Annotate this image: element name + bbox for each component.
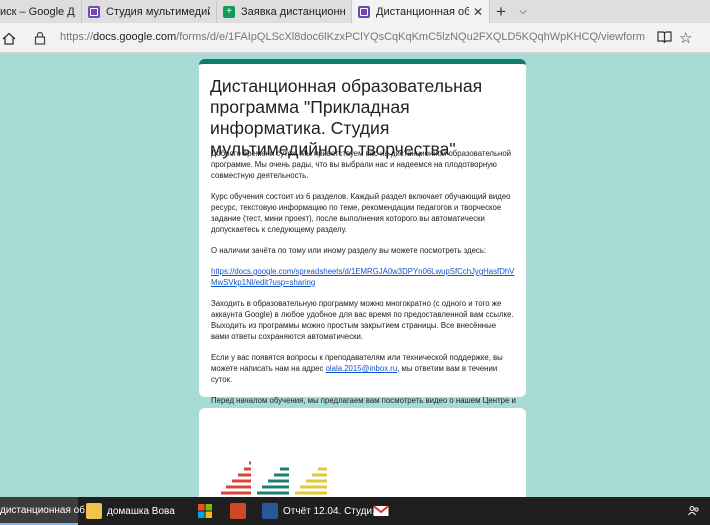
taskbar-item-label: Отчёт 12.04. Студи... — [283, 505, 381, 517]
tab-label: Дистанционная образо — [376, 5, 469, 18]
store-icon — [198, 504, 212, 518]
tab-studio[interactable]: Студия мультимедийного т — [82, 0, 217, 23]
taskbar-item-label: домашка Вова — [107, 505, 175, 517]
folder-icon — [86, 503, 102, 519]
form-header-card: Дистанционная образовательная программа … — [199, 59, 526, 416]
people-icon[interactable] — [688, 497, 702, 525]
description-paragraph: Заходить в образовательную программу мож… — [211, 299, 514, 341]
tab-label: Студия мультимедийного т — [106, 5, 210, 18]
home-icon[interactable] — [0, 28, 18, 48]
taskbar-item-word[interactable]: Отчёт 12.04. Студи... — [262, 497, 380, 525]
tab-list-chevron-icon[interactable]: ⌵ — [512, 0, 534, 23]
close-tab-icon[interactable]: ✕ — [469, 5, 483, 19]
url-scheme: https:// — [60, 31, 94, 43]
address-bar: https://docs.google.com/forms/d/e/1FAIpQ… — [0, 23, 710, 53]
description-paragraph: О наличии зачёта по тому или иному разде… — [211, 246, 487, 255]
taskbar-item-browser[interactable]: дистанционная об... — [0, 497, 93, 525]
url-path: /forms/d/e/1FAIpQLScXl8doc6lKzxPClYQsCqK… — [176, 31, 646, 43]
lock-icon[interactable] — [34, 31, 50, 45]
url-field[interactable]: https://docs.google.com/forms/d/e/1FAIpQ… — [60, 31, 645, 43]
windows-taskbar: дистанционная об... домашка Вова Отчёт 1… — [0, 497, 710, 525]
taskbar-item-store[interactable] — [197, 497, 215, 525]
contact-paragraph: Если у вас появятся вопросы к преподават… — [211, 352, 516, 385]
form-image-card — [199, 408, 526, 508]
powerpoint-icon — [230, 503, 246, 519]
tab-google-drive[interactable]: иск – Google Диск — [0, 0, 82, 23]
google-sheets-icon — [223, 5, 235, 18]
form-description: Доброго времени суток! Мы приветствуем в… — [211, 148, 516, 427]
description-paragraph: Курс обучения состоит из 6 разделов. Каж… — [211, 192, 511, 234]
favorite-star-icon[interactable]: ☆ — [679, 29, 692, 47]
tab-application[interactable]: Заявка дистанционная роб — [217, 0, 352, 23]
google-forms-icon — [88, 5, 100, 18]
description-paragraph: Доброго времени суток! Мы приветствуем в… — [211, 149, 512, 180]
taskbar-item-folder[interactable]: домашка Вова — [86, 497, 186, 525]
new-tab-button[interactable]: + — [490, 0, 512, 23]
word-icon — [262, 503, 278, 519]
taskbar-item-mail[interactable] — [373, 497, 391, 525]
contact-email-link[interactable]: olala.2015@inbox.ru — [326, 364, 398, 373]
reading-view-icon[interactable] — [657, 30, 672, 49]
tab-active-form[interactable]: Дистанционная образо ✕ — [352, 0, 490, 23]
taskbar-item-label: дистанционная об... — [0, 504, 94, 516]
progress-sheet-link[interactable]: https://docs.google.com/spreadsheets/d/1… — [211, 267, 514, 287]
mail-icon — [373, 505, 389, 516]
tab-label: иск – Google Диск — [0, 5, 75, 18]
browser-tab-strip: иск – Google Диск Студия мультимедийного… — [0, 0, 710, 23]
url-host: docs.google.com — [93, 31, 177, 43]
taskbar-item-powerpoint[interactable] — [230, 497, 248, 525]
google-forms-icon — [358, 5, 370, 18]
tab-label: Заявка дистанционная роб — [241, 5, 345, 18]
